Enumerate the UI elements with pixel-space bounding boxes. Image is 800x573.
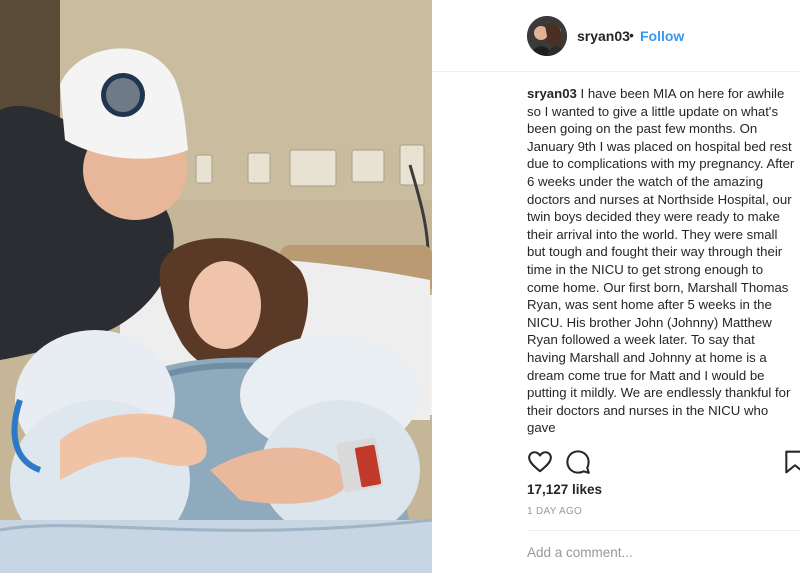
comment-button[interactable] <box>565 449 591 475</box>
header-username[interactable]: sryan03 <box>577 28 630 44</box>
speech-bubble-icon <box>566 450 590 474</box>
heart-outline-icon <box>528 451 552 473</box>
post-header: sryan03 • Follow <box>432 0 800 72</box>
follow-button[interactable]: Follow <box>640 28 684 44</box>
caption-username[interactable]: sryan03 <box>527 86 577 101</box>
likes-count[interactable]: 17,127 likes <box>527 482 602 497</box>
like-button[interactable] <box>527 449 553 475</box>
comment-input[interactable] <box>527 541 800 563</box>
post-side-panel: sryan03 • Follow sryan03 I have been MIA… <box>432 0 800 573</box>
post-actions <box>527 449 800 475</box>
header-separator: • <box>629 27 634 43</box>
bookmark-icon <box>785 450 800 474</box>
post-timestamp[interactable]: 1 DAY AGO <box>527 506 582 517</box>
post-photo[interactable] <box>0 0 432 573</box>
avatar[interactable] <box>527 16 567 56</box>
save-button[interactable] <box>782 449 800 475</box>
comment-bar <box>527 530 800 573</box>
caption-text: I have been MIA on here for awhile so I … <box>527 86 795 436</box>
post-photo-illustration <box>0 0 432 573</box>
post-caption: sryan03 I have been MIA on here for awhi… <box>527 85 795 437</box>
avatar-image <box>527 16 567 56</box>
